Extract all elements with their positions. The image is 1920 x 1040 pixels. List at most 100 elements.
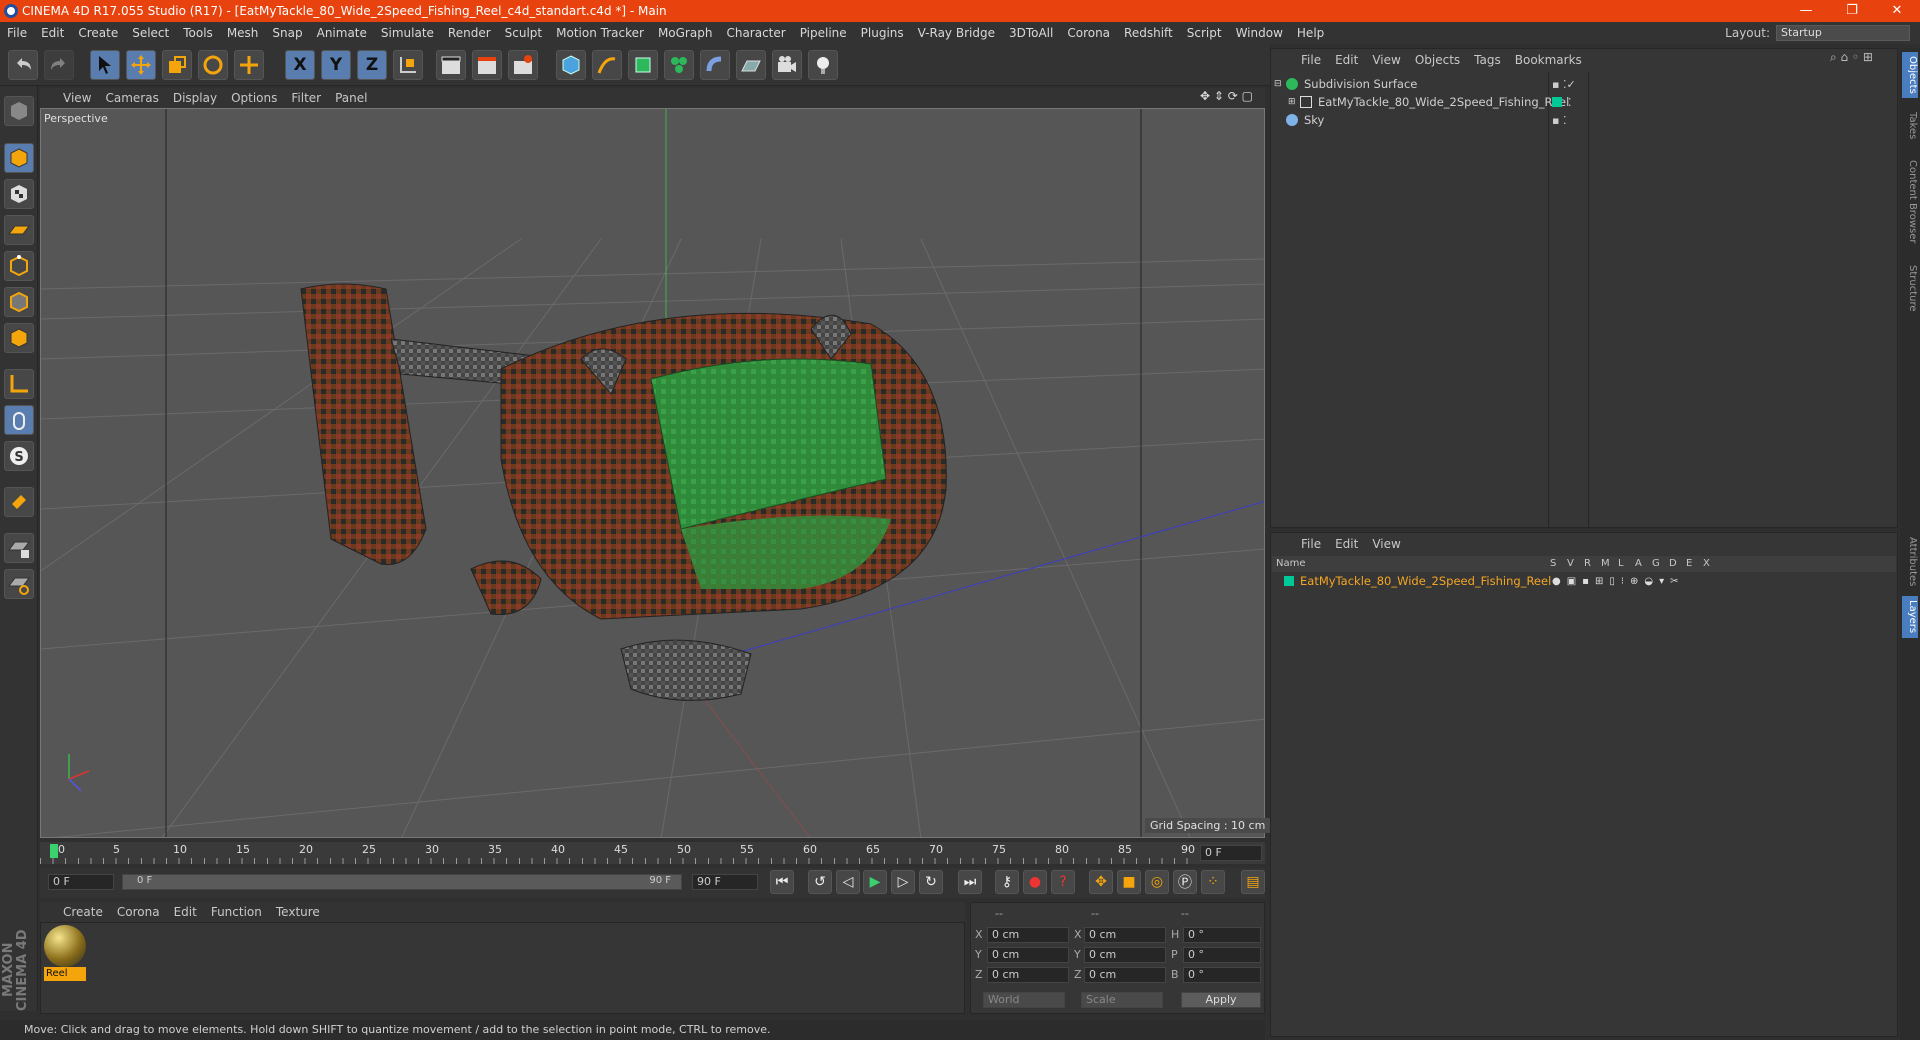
viewport-menu-panel[interactable]: Panel [328,91,374,105]
axis-z-button[interactable]: Z [357,50,387,80]
cube-primitive-button[interactable] [556,50,586,80]
move-tool-button[interactable] [126,50,156,80]
play-button[interactable]: ▶ [863,870,887,894]
close-button[interactable]: ✕ [1874,0,1920,22]
coordinate-system-button[interactable] [393,50,423,80]
start-frame-field[interactable]: 0 F [48,874,114,890]
rotation-b-field[interactable]: 0 ° [1183,967,1261,983]
apply-button[interactable]: Apply [1181,992,1261,1008]
position-z-field[interactable]: 0 cm [987,967,1069,983]
end-frame-field[interactable]: 90 F [692,874,758,890]
record-keys-button[interactable]: ⚷ [995,870,1019,894]
size-y-field[interactable]: 0 cm [1084,947,1166,963]
coordinate-mode-dropdown[interactable]: World [983,992,1065,1008]
playhead[interactable] [50,844,58,858]
menu-select[interactable]: Select [125,26,176,40]
rotation-h-field[interactable]: 0 ° [1183,927,1261,943]
viewport-menu-filter[interactable]: Filter [284,91,328,105]
render-view-button[interactable] [436,50,466,80]
render-picture-viewer-button[interactable] [472,50,502,80]
layers-menu-view[interactable]: View [1365,537,1407,551]
menu-motion-tracker[interactable]: Motion Tracker [549,26,651,40]
material-menu-texture[interactable]: Texture [269,905,327,919]
previous-frame-button[interactable]: ◁ [836,870,860,894]
menu-window[interactable]: Window [1229,26,1290,40]
object-row-sky[interactable]: Sky ▪ ⁚ [1274,111,1894,129]
objects-menu-file[interactable]: File [1294,53,1328,67]
expand-icon[interactable]: ⊞ [1288,97,1300,107]
spline-pen-button[interactable] [592,50,622,80]
layer-row[interactable]: EatMyTackle_80_Wide_2Speed_Fishing_Reel … [1274,572,1894,590]
size-z-field[interactable]: 0 cm [1084,967,1166,983]
object-row-reel[interactable]: ⊞ EatMyTackle_80_Wide_2Speed_Fishing_Ree… [1274,93,1894,111]
camera-button[interactable] [772,50,802,80]
objects-menu-bookmarks[interactable]: Bookmarks [1508,53,1589,67]
position-track-button[interactable]: ✥ [1089,870,1113,894]
menu-create[interactable]: Create [71,26,125,40]
menu-animate[interactable]: Animate [310,26,374,40]
polygons-mode-button[interactable] [4,323,34,353]
size-x-field[interactable]: 0 cm [1084,927,1166,943]
scale-tool-button[interactable] [162,50,192,80]
points-mode-button[interactable] [4,251,34,281]
snap-button[interactable] [4,487,34,517]
object-name[interactable]: Subdivision Surface [1304,77,1417,91]
tab-takes[interactable]: Takes [1902,106,1918,146]
objects-menu-view[interactable]: View [1365,53,1407,67]
material-swatch[interactable]: Reel [44,925,86,983]
visibility-dots-icon[interactable]: ▪ ⁚✓ [1552,78,1576,91]
minimize-button[interactable]: — [1783,0,1829,22]
live-selection-button[interactable] [234,50,264,80]
menu-corona[interactable]: Corona [1060,26,1117,40]
objects-menu-edit[interactable]: Edit [1328,53,1365,67]
restore-button[interactable]: ❐ [1829,0,1875,22]
object-row-subdivision[interactable]: ⊟ Subdivision Surface ▪ ⁚✓ [1274,75,1894,93]
menu-snap[interactable]: Snap [265,26,309,40]
go-to-end-button[interactable]: ⏭ [958,870,982,894]
axis-x-button[interactable]: X [285,50,315,80]
workplane-mode-button[interactable] [4,215,34,245]
objects-menu-tags[interactable]: Tags [1467,53,1508,67]
solo-button[interactable]: S [4,441,34,471]
material-menu-corona[interactable]: Corona [110,905,167,919]
menu-sculpt[interactable]: Sculpt [498,26,549,40]
menu-file[interactable]: File [0,26,34,40]
menu-tools[interactable]: Tools [176,26,220,40]
objects-menu-objects[interactable]: Objects [1408,53,1467,67]
visibility-dots-icon[interactable]: ⁚ [1568,96,1572,109]
viewport-menu-display[interactable]: Display [166,91,224,105]
menu-pipeline[interactable]: Pipeline [793,26,854,40]
position-x-field[interactable]: 0 cm [987,927,1069,943]
keyframe-selection-button[interactable]: ? [1051,870,1075,894]
material-menu-create[interactable]: Create [56,905,110,919]
tab-layers[interactable]: Layers [1902,596,1918,638]
previous-key-button[interactable]: ↺ [808,870,832,894]
tweak-mode-button[interactable] [4,405,34,435]
select-tool-button[interactable] [90,50,120,80]
scale-track-button[interactable]: ■ [1117,870,1141,894]
menu-mograph[interactable]: MoGraph [651,26,720,40]
deformer-button[interactable] [700,50,730,80]
frame-range-slider[interactable]: 0 F 90 F [122,874,682,890]
rotation-p-field[interactable]: 0 ° [1183,947,1261,963]
light-button[interactable] [808,50,838,80]
layers-menu-edit[interactable]: Edit [1328,537,1365,551]
rotation-track-button[interactable]: ◎ [1145,870,1169,894]
menu-render[interactable]: Render [441,26,498,40]
tab-structure[interactable]: Structure [1902,258,1918,318]
point-level-animation-button[interactable]: ⁘ [1201,870,1225,894]
undo-button[interactable] [8,50,38,80]
layers-menu-file[interactable]: File [1294,537,1328,551]
visibility-dots-icon[interactable]: ▪ ⁚ [1552,114,1566,127]
menu-vray-bridge[interactable]: V-Ray Bridge [911,26,1002,40]
position-y-field[interactable]: 0 cm [987,947,1069,963]
menu-script[interactable]: Script [1180,26,1229,40]
tab-content-browser[interactable]: Content Browser [1902,152,1918,252]
viewport-menu-cameras[interactable]: Cameras [98,91,165,105]
menu-edit[interactable]: Edit [34,26,71,40]
next-frame-button[interactable]: ▷ [891,870,915,894]
rotate-tool-button[interactable] [198,50,228,80]
object-name[interactable]: Sky [1304,113,1324,127]
object-manager-search-icons[interactable]: ⌕ ⌂ ◦ ⊞ [1830,50,1873,65]
menu-simulate[interactable]: Simulate [374,26,441,40]
